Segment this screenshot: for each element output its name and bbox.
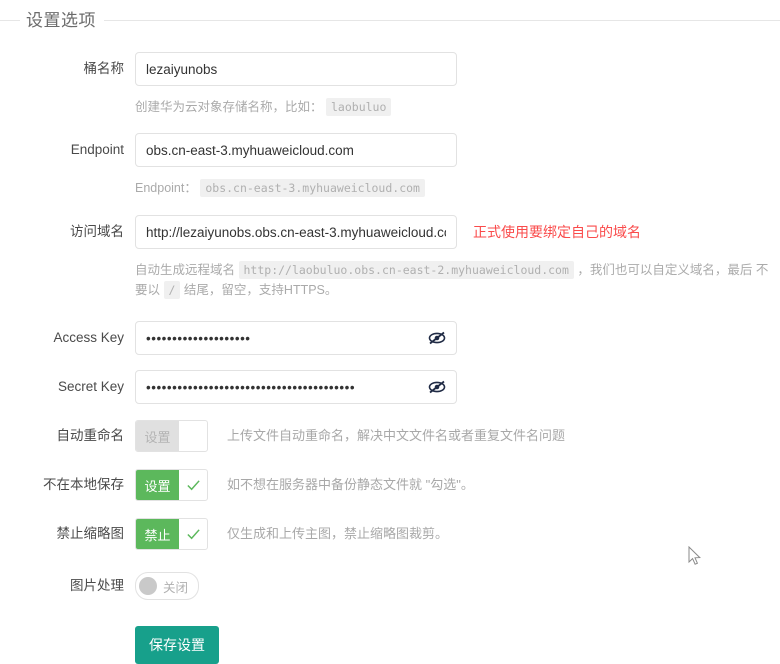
eye-slash-icon[interactable] <box>427 329 447 347</box>
secret-key-wrap <box>135 370 457 404</box>
secret-key-label: Secret Key <box>57 379 124 394</box>
access-domain-label: 访问域名 <box>70 224 124 239</box>
row-bucket-name: 桶名称 <box>0 52 780 86</box>
row-auto-rename: 自动重命名 设置 上传文件自动重命名，解决中文文件名或者重复文件名问题 <box>0 420 780 452</box>
endpoint-input[interactable] <box>135 133 457 167</box>
access-key-label: Access Key <box>53 330 124 345</box>
panel-title: 设置选项 <box>20 6 104 31</box>
no-local-save-field: 设置 <box>135 469 208 501</box>
auto-rename-toggle[interactable]: 设置 <box>135 420 208 452</box>
no-local-save-desc: 如不想在服务器中备份静态文件就 "勾选"。 <box>227 477 474 492</box>
row-no-thumbnail: 禁止缩略图 禁止 仅生成和上传主图，禁止缩略图裁剪。 <box>0 518 780 550</box>
bucket-name-help-text: 创建华为云对象存储名称，比如： <box>135 100 323 114</box>
image-process-switch[interactable]: 关闭 <box>135 572 200 600</box>
row-endpoint: Endpoint <box>0 133 780 167</box>
access-domain-warning: 正式使用要绑定自己的域名 <box>473 224 641 240</box>
check-icon <box>179 421 207 451</box>
row-access-key: Access Key <box>0 321 780 355</box>
bucket-name-field <box>135 52 457 86</box>
bucket-name-label: 桶名称 <box>83 61 125 76</box>
endpoint-help: Endpoint： obs.cn-east-3.myhuaweicloud.co… <box>135 178 775 198</box>
access-domain-help: 自动生成远程域名 http://laobuluo.obs.cn-east-2.m… <box>135 260 775 300</box>
row-image-process: 图片处理 关闭 <box>0 572 780 600</box>
legend-divider <box>0 20 780 21</box>
no-local-save-toggle[interactable]: 设置 <box>135 469 208 501</box>
access-domain-help-prefix: 自动生成远程域名 <box>135 263 236 277</box>
auto-rename-tag: 设置 <box>136 421 179 451</box>
row-secret-key: Secret Key <box>0 370 780 404</box>
secret-key-input[interactable] <box>135 370 457 404</box>
endpoint-help-text: Endpoint： <box>135 181 197 195</box>
panel-legend-row: 设置选项 <box>0 0 780 36</box>
bucket-name-help-code: laobuluo <box>326 98 392 116</box>
access-key-field <box>135 321 457 355</box>
auto-rename-label: 自动重命名 <box>56 428 125 443</box>
no-thumbnail-desc: 仅生成和上传主图，禁止缩略图裁剪。 <box>227 526 449 541</box>
endpoint-field <box>135 133 457 167</box>
no-thumbnail-field: 禁止 <box>135 518 208 550</box>
no-local-save-tag: 设置 <box>136 470 179 500</box>
check-icon <box>179 470 207 500</box>
switch-knob-icon <box>139 577 157 595</box>
no-thumbnail-tag: 禁止 <box>136 519 179 549</box>
check-icon <box>179 519 207 549</box>
image-process-field: 关闭 <box>135 572 200 600</box>
no-local-save-label: 不在本地保存 <box>43 477 124 492</box>
endpoint-label: Endpoint <box>70 142 124 157</box>
bucket-name-input[interactable] <box>135 52 457 86</box>
auto-rename-desc: 上传文件自动重命名，解决中文文件名或者重复文件名问题 <box>227 428 566 443</box>
no-thumbnail-toggle[interactable]: 禁止 <box>135 518 208 550</box>
access-key-wrap <box>135 321 457 355</box>
no-thumbnail-label: 禁止缩略图 <box>56 526 125 541</box>
save-settings-button[interactable]: 保存设置 <box>135 626 219 664</box>
eye-slash-icon[interactable] <box>427 378 447 396</box>
secret-key-field <box>135 370 457 404</box>
image-process-state: 关闭 <box>163 580 189 595</box>
access-key-input[interactable] <box>135 321 457 355</box>
access-domain-help-code: http://laobuluo.obs.cn-east-2.myhuaweicl… <box>238 261 574 279</box>
bucket-name-help: 创建华为云对象存储名称，比如： laobuluo <box>135 97 775 117</box>
access-domain-field <box>135 215 457 249</box>
auto-rename-field: 设置 <box>135 420 208 452</box>
row-access-domain: 访问域名 正式使用要绑定自己的域名 <box>0 215 780 249</box>
settings-panel: 设置选项 桶名称 创建华为云对象存储名称，比如： laobuluo Endpoi… <box>0 0 780 664</box>
endpoint-help-code: obs.cn-east-3.myhuaweicloud.com <box>200 179 425 197</box>
access-domain-help-suffix: 结尾，留空，支持HTTPS。 <box>183 283 338 297</box>
access-domain-input[interactable] <box>135 215 457 249</box>
row-no-local-save: 不在本地保存 设置 如不想在服务器中备份静态文件就 "勾选"。 <box>0 469 780 501</box>
image-process-label: 图片处理 <box>70 578 124 593</box>
access-domain-help-code-slash: / <box>163 281 181 299</box>
